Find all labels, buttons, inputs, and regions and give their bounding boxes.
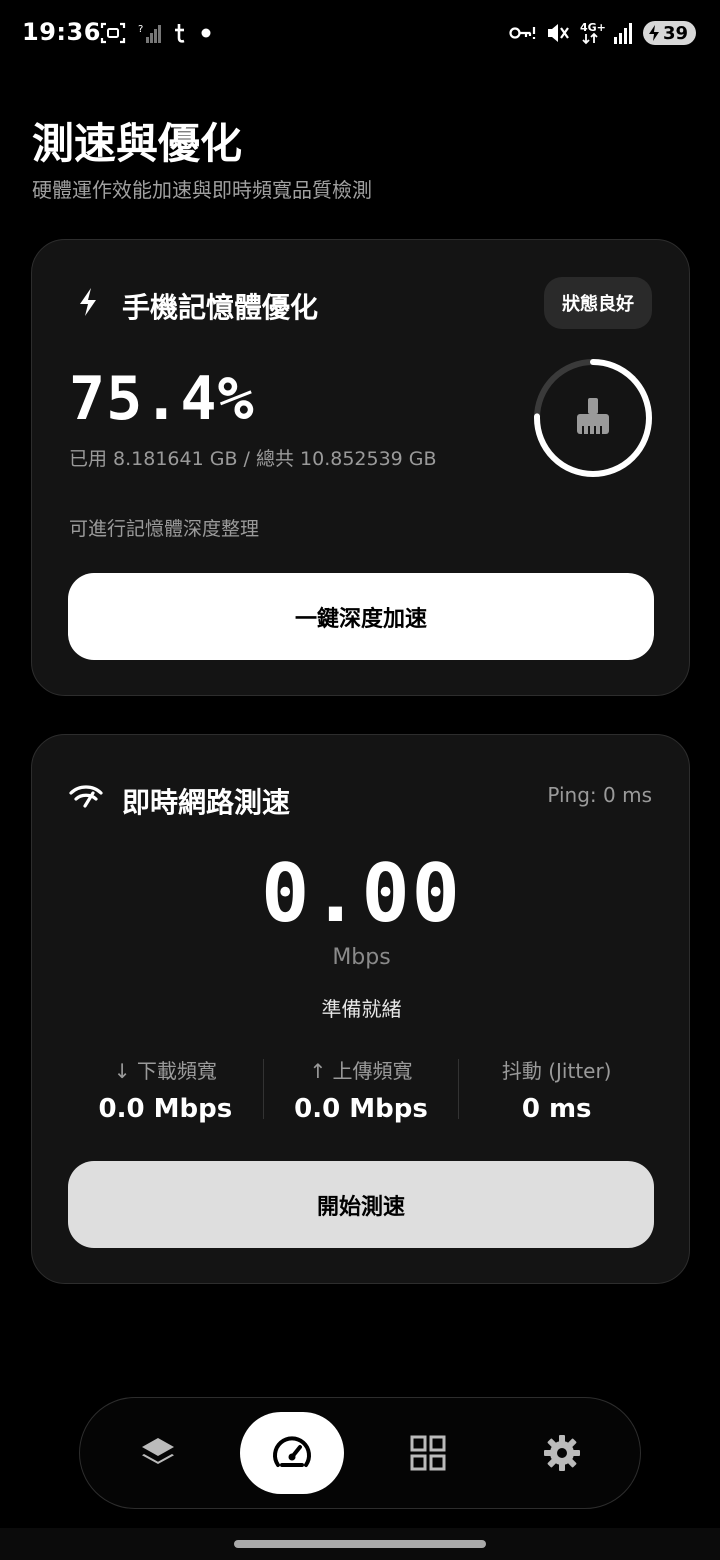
memory-usage-ring[interactable] bbox=[531, 356, 655, 480]
speed-value: 0.00 bbox=[261, 847, 462, 940]
nav-item-layers[interactable] bbox=[106, 1412, 210, 1494]
svg-text:?: ? bbox=[138, 24, 143, 35]
ping-value: Ping: 0 ms bbox=[547, 783, 652, 807]
upload-label: ↑ 上傳頻寬 bbox=[309, 1058, 413, 1083]
signal-icon bbox=[613, 20, 635, 46]
bottom-navigation bbox=[79, 1397, 641, 1509]
grid-icon bbox=[410, 1435, 446, 1471]
jitter-metric: 抖動 (Jitter) 0 ms bbox=[459, 1053, 654, 1125]
download-metric: ↓ 下載頻寬 0.0 Mbps bbox=[68, 1053, 263, 1125]
start-speed-test-button[interactable]: 開始測速 bbox=[68, 1161, 654, 1248]
4g-icon: 4G+ bbox=[579, 20, 605, 46]
home-indicator[interactable] bbox=[234, 1540, 486, 1548]
download-label: ↓ 下載頻寬 bbox=[113, 1058, 217, 1083]
no-signal-icon: ? bbox=[138, 20, 162, 46]
charging-icon bbox=[648, 25, 659, 41]
memory-usage-percent: 75.4% bbox=[69, 364, 255, 434]
wifi-speed-icon bbox=[68, 783, 104, 815]
battery-level: 39 bbox=[662, 22, 688, 44]
battery-indicator: 39 bbox=[642, 21, 696, 45]
svg-text:4G+: 4G+ bbox=[580, 21, 605, 34]
speed-unit: Mbps bbox=[332, 945, 391, 970]
app-screen: 19:36 ? 4G+ 39 測速與優化 硬體運作效能加速與即時頻寬品質檢測 手… bbox=[0, 0, 720, 1560]
memory-usage-detail: 已用 8.181641 GB / 總共 10.852539 GB bbox=[69, 448, 437, 470]
status-bar: 19:36 ? 4G+ 39 bbox=[0, 0, 720, 68]
upload-value: 0.0 Mbps bbox=[294, 1093, 428, 1124]
page-subtitle: 硬體運作效能加速與即時頻寬品質檢測 bbox=[32, 178, 372, 202]
status-badge: 狀態良好 bbox=[544, 277, 652, 329]
memory-optimization-card: 手機記憶體優化 狀態良好 75.4% 已用 8.181641 GB / 總共 1… bbox=[31, 239, 690, 696]
screenshot-icon bbox=[100, 20, 126, 46]
download-value: 0.0 Mbps bbox=[98, 1093, 233, 1124]
network-card-title: 即時網路測速 bbox=[122, 786, 291, 819]
lightning-icon bbox=[74, 286, 102, 318]
nav-item-speedometer[interactable] bbox=[240, 1412, 344, 1494]
deep-boost-button[interactable]: 一鍵深度加速 bbox=[68, 573, 654, 660]
page-title: 測速與優化 bbox=[32, 119, 243, 168]
layers-icon bbox=[142, 1438, 174, 1464]
status-time: 19:36 bbox=[22, 18, 101, 46]
status-left-icons: ? bbox=[100, 20, 212, 46]
memory-card-title: 手機記憶體優化 bbox=[122, 291, 319, 324]
t-app-icon bbox=[174, 20, 188, 46]
gear-icon bbox=[544, 1435, 580, 1471]
vpn-key-icon bbox=[509, 20, 537, 46]
speedometer-icon bbox=[273, 1436, 311, 1467]
jitter-label: 抖動 (Jitter) bbox=[501, 1058, 612, 1083]
nav-item-settings[interactable] bbox=[510, 1412, 614, 1494]
speed-metrics: ↓ 下載頻寬 0.0 Mbps ↑ 上傳頻寬 0.0 Mbps 抖動 (Jitt… bbox=[68, 1053, 654, 1125]
jitter-value: 0 ms bbox=[521, 1093, 592, 1124]
broom-icon bbox=[577, 398, 609, 434]
memory-note: 可進行記憶體深度整理 bbox=[69, 518, 260, 540]
network-speed-test-card: 即時網路測速 Ping: 0 ms 0.00 Mbps 準備就緒 ↓ 下載頻寬 … bbox=[31, 734, 690, 1284]
upload-metric: ↑ 上傳頻寬 0.0 Mbps bbox=[264, 1053, 459, 1125]
mute-icon bbox=[545, 20, 571, 46]
test-status: 準備就緒 bbox=[321, 997, 402, 1021]
status-right-icons: 4G+ 39 bbox=[509, 20, 696, 46]
dot-icon bbox=[200, 20, 212, 46]
nav-item-grid[interactable] bbox=[376, 1412, 480, 1494]
